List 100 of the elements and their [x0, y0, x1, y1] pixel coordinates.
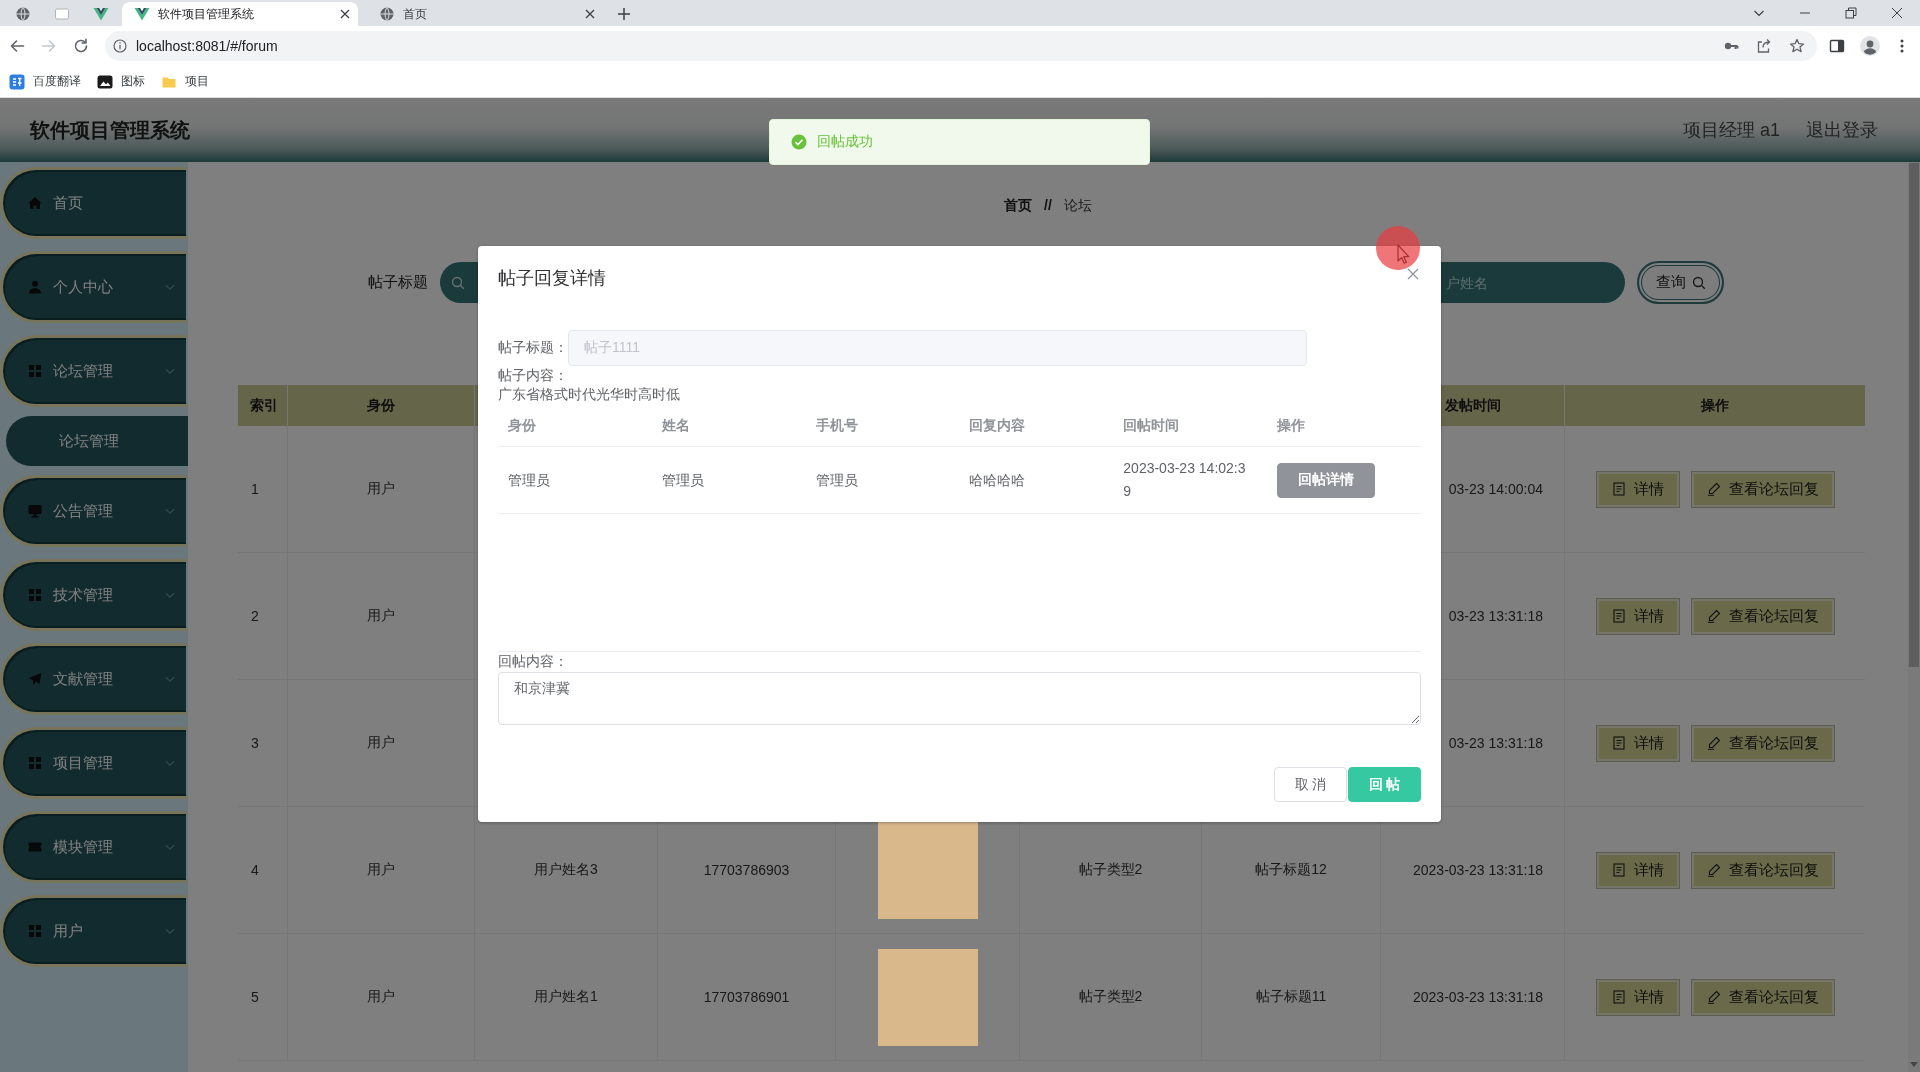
bookmark[interactable]: 图标 [97, 73, 145, 90]
post-time: 2023-03-23 13:31:18 [1413, 862, 1543, 878]
user-label: 项目经理 a1 [1682, 119, 1780, 142]
menu-item[interactable]: 公告管理 [0, 475, 186, 547]
search-icon [1691, 275, 1706, 290]
menu-item[interactable]: 论坛管理 [0, 335, 186, 407]
browser-tab[interactable]: 软件项目管理系统 [122, 2, 358, 26]
title-text: 帖子标题12 [1255, 861, 1327, 879]
identity-text: 用户 [367, 480, 395, 498]
menu-item[interactable]: 项目管理 [0, 727, 186, 799]
field-label: 回帖内容： [498, 652, 568, 671]
column-header: 发帖时间 [1444, 396, 1501, 415]
column-header: 操作 [1701, 396, 1729, 415]
home-icon [28, 196, 42, 210]
paper-plane-icon [28, 672, 42, 686]
detail-button[interactable]: 详情 [1596, 471, 1679, 507]
globe-icon[interactable] [14, 6, 31, 22]
detail-button[interactable]: 详情 [1596, 979, 1679, 1015]
menu-item[interactable]: 首页 [0, 167, 186, 239]
grid-icon [28, 756, 42, 770]
search-label: 帖子标题 [368, 273, 428, 292]
share-icon[interactable] [1756, 38, 1772, 54]
restore-icon[interactable] [1845, 7, 1857, 19]
bookmark[interactable]: 百度翻译 [9, 73, 81, 90]
submenu-item[interactable]: 论坛管理 [6, 416, 188, 466]
reply-detail-button[interactable]: 回帖详情 [1277, 462, 1376, 498]
identity-text: 用户 [367, 861, 395, 879]
detail-button[interactable]: 详情 [1596, 598, 1679, 634]
pencil-icon [1706, 736, 1721, 750]
field-label: 帖子内容： [498, 366, 568, 385]
close-icon[interactable] [1891, 7, 1903, 19]
document-icon [1611, 990, 1626, 1004]
profile-avatar-icon[interactable] [1860, 36, 1880, 56]
column-header: 回复内容 [969, 417, 1026, 435]
pencil-icon [1706, 482, 1721, 496]
pencil-icon [1706, 863, 1721, 877]
menu-item[interactable]: 用户 [0, 895, 186, 967]
column-header: 身份 [508, 417, 536, 435]
v-logo-icon [134, 6, 150, 22]
info-icon[interactable] [113, 39, 127, 53]
ticket-icon [28, 840, 42, 854]
reply-time: 2023-03-23 14:02:39 [1123, 459, 1247, 501]
menu-item[interactable]: 技术管理 [0, 559, 186, 631]
identity-text: 用户 [367, 988, 395, 1006]
pencil-icon [1706, 990, 1721, 1004]
address-field[interactable]: localhost:8081/#/forum [105, 31, 1817, 61]
star-icon[interactable] [1789, 38, 1805, 54]
plus-icon[interactable] [616, 6, 632, 22]
menu-item[interactable]: 个人中心 [0, 251, 186, 323]
menu-item[interactable]: 文献管理 [0, 643, 186, 715]
field-label: 帖子标题： [498, 339, 568, 357]
bookmark[interactable]: 项目 [161, 73, 209, 90]
phone-number: 17703786901 [703, 989, 790, 1005]
row-index: 2 [251, 608, 259, 624]
post-time: 03-23 13:31:18 [1448, 608, 1543, 624]
detail-button[interactable]: 详情 [1596, 725, 1679, 761]
back-arrow-icon[interactable] [9, 38, 25, 54]
side-panel-icon[interactable] [1829, 38, 1845, 54]
document-icon [1611, 736, 1626, 750]
view-replies-button[interactable]: 查看论坛回复 [1691, 979, 1834, 1015]
scrollbar[interactable] [1908, 162, 1920, 1072]
person-icon [28, 280, 42, 294]
toast-message: 回帖成功 [817, 133, 873, 151]
globe-icon [379, 6, 395, 22]
browser-tab[interactable]: 首页 [367, 2, 603, 26]
dialog-title: 帖子回复详情 [498, 268, 606, 288]
identity-text: 用户 [367, 607, 395, 625]
view-replies-button[interactable]: 查看论坛回复 [1691, 471, 1834, 507]
success-check-icon [791, 134, 807, 150]
app-tile-icon [9, 73, 25, 90]
row-index: 5 [251, 989, 259, 1005]
search-icon [451, 275, 465, 290]
name-text: 管理员 [661, 470, 704, 490]
breadcrumb-link[interactable]: 首页 [1004, 195, 1033, 215]
column-header: 姓名 [661, 417, 690, 435]
name-text: 用户姓名3 [534, 861, 598, 879]
reload-icon[interactable] [73, 38, 89, 54]
submit-button[interactable]: 回 帖 [1348, 767, 1421, 802]
close-icon[interactable] [584, 8, 596, 20]
role-text: 管理员 [508, 470, 550, 490]
reply-textarea[interactable]: 和京津冀 [498, 672, 1421, 725]
image-icon [97, 73, 113, 90]
logout-link[interactable]: 退出登录 [1806, 118, 1878, 142]
breadcrumb-separator: // [1044, 196, 1052, 215]
monitor-icon [28, 504, 42, 518]
close-icon[interactable] [339, 8, 351, 20]
detail-button[interactable]: 详情 [1596, 852, 1679, 888]
grid-icon [28, 924, 42, 938]
cancel-button[interactable]: 取 消 [1274, 767, 1347, 802]
search-field[interactable] [440, 262, 480, 303]
view-replies-button[interactable]: 查看论坛回复 [1691, 725, 1834, 761]
title-text: 帖子标题11 [1255, 988, 1327, 1006]
document-icon [1611, 482, 1626, 496]
search-button[interactable]: 查询 [1637, 261, 1724, 304]
column-header: 身份 [367, 396, 395, 415]
v-logo-icon[interactable] [92, 6, 109, 22]
view-replies-button[interactable]: 查看论坛回复 [1691, 852, 1834, 888]
view-replies-button[interactable]: 查看论坛回复 [1691, 598, 1834, 634]
menu-item[interactable]: 模块管理 [0, 811, 186, 883]
row-index: 1 [251, 481, 259, 497]
